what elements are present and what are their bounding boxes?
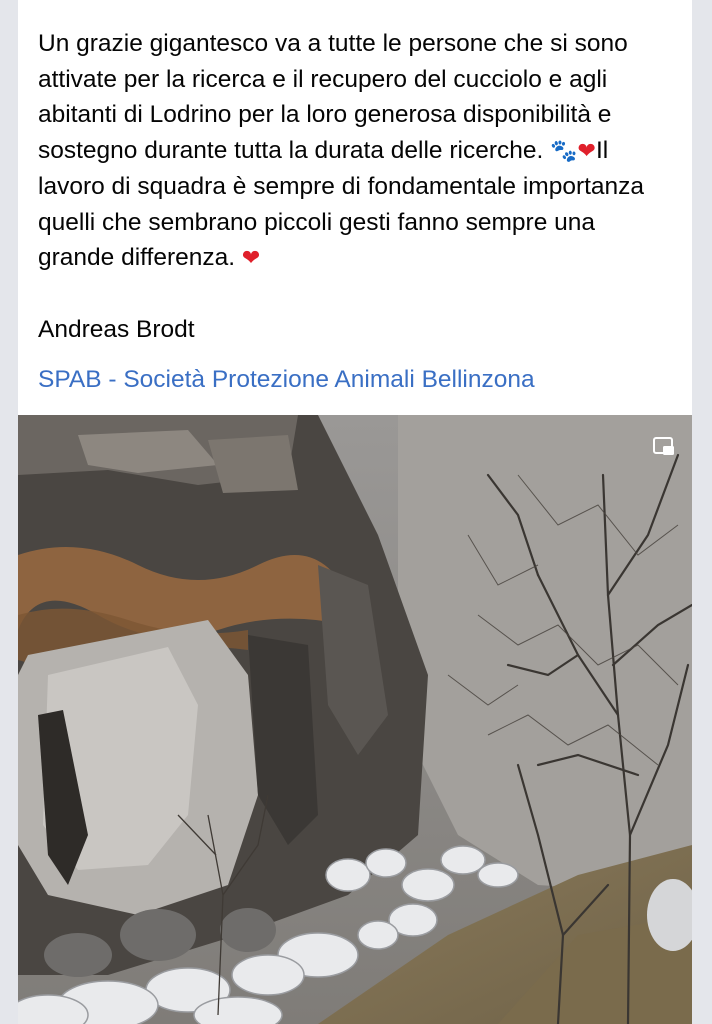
red-heart-icon: ❤ xyxy=(577,138,596,164)
picture-in-picture-icon xyxy=(653,437,674,455)
red-heart-icon: ❤ xyxy=(241,246,261,271)
picture-in-picture-button[interactable] xyxy=(650,433,678,461)
post-text-part1: Un grazie gigantesco va a tutte le perso… xyxy=(38,30,628,164)
post-paragraph: Un grazie gigantesco va a tutte le perso… xyxy=(38,26,678,277)
post-body: Un grazie gigantesco va a tutte le perso… xyxy=(38,26,678,347)
paw-prints-icon: 🐾 xyxy=(550,138,578,164)
gorge-photo-illustration xyxy=(18,415,692,1024)
post-photo[interactable] xyxy=(18,415,692,1024)
spab-link[interactable]: SPAB - Società Protezione Animali Bellin… xyxy=(38,366,535,394)
post-signature: Andreas Brodt xyxy=(38,315,195,343)
post-card: Un grazie gigantesco va a tutte le perso… xyxy=(18,0,692,1024)
